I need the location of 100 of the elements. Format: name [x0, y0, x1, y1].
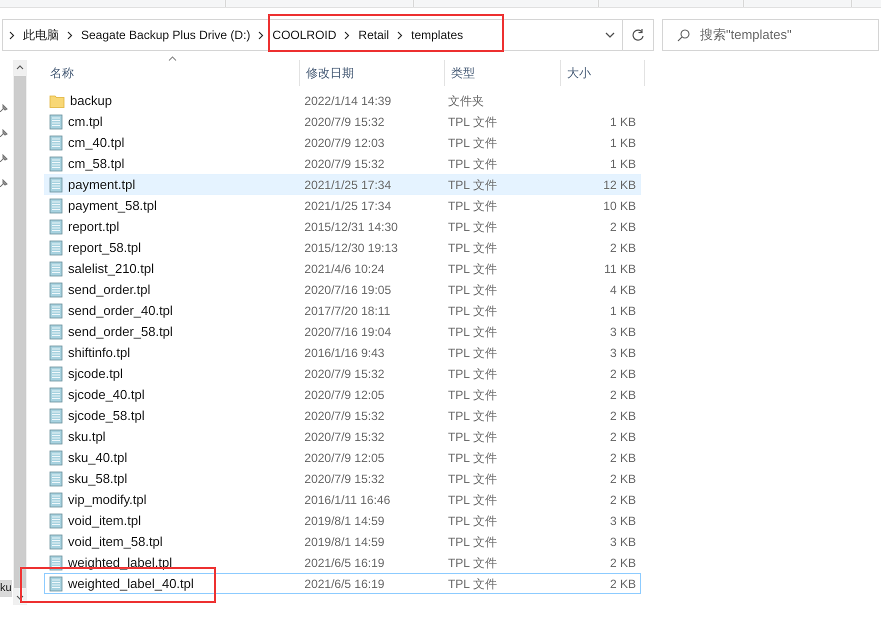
pin-icon[interactable] — [0, 179, 8, 187]
file-row[interactable]: report_58.tpl 2015/12/30 19:13 TPL 文件 2 KB — [44, 237, 641, 258]
file-size: 4 KB — [610, 282, 636, 298]
file-size: 1 KB — [610, 302, 636, 320]
document-icon — [49, 324, 63, 340]
file-type: TPL 文件 — [448, 240, 497, 255]
chevron-icon — [67, 30, 73, 40]
file-size: 3 KB — [610, 534, 636, 550]
file-type: TPL 文件 — [448, 450, 497, 465]
folder-icon — [49, 94, 65, 108]
file-name: void_item.tpl — [68, 512, 141, 530]
document-icon — [49, 114, 63, 130]
file-row[interactable]: vip_modify.tpl 2016/1/11 16:46 TPL 文件 2 KB — [44, 489, 641, 510]
file-name: send_order_40.tpl — [68, 302, 173, 320]
file-type: TPL 文件 — [448, 492, 497, 507]
file-name: cm_40.tpl — [68, 134, 124, 152]
file-row[interactable]: sku_40.tpl 2020/7/9 12:05 TPL 文件 2 KB — [44, 447, 641, 468]
file-size: 2 KB — [610, 450, 636, 466]
file-name: backup — [70, 92, 112, 110]
document-icon — [49, 218, 63, 234]
column-header[interactable]: 大小 — [561, 60, 645, 86]
search-icon — [677, 28, 690, 42]
document-icon — [49, 366, 63, 382]
file-name: sku.tpl — [68, 428, 106, 446]
document-icon — [49, 408, 63, 424]
pin-icon[interactable] — [0, 129, 8, 137]
file-name: salelist_210.tpl — [68, 260, 154, 278]
file-type: TPL 文件 — [448, 324, 497, 339]
modified-date: 2020/7/9 15:32 — [304, 430, 384, 444]
pin-icon[interactable] — [0, 104, 8, 112]
file-size: 12 KB — [603, 176, 636, 194]
file-type: TPL 文件 — [448, 408, 497, 423]
file-row[interactable]: cm_58.tpl 2020/7/9 15:32 TPL 文件 1 KB — [44, 153, 641, 174]
document-icon — [49, 134, 63, 150]
chevron-icon — [9, 30, 15, 40]
file-type: TPL 文件 — [448, 366, 497, 381]
file-size: 2 KB — [610, 576, 636, 592]
file-row[interactable]: cm.tpl 2020/7/9 15:32 TPL 文件 1 KB — [44, 111, 641, 132]
file-row[interactable]: payment.tpl 2021/1/25 17:34 TPL 文件 12 KB — [44, 174, 641, 195]
document-icon — [49, 534, 63, 550]
file-row[interactable]: weighted_label_40.tpl 2021/6/5 16:19 TPL 文件 2 KB — [44, 573, 641, 594]
file-type: TPL 文件 — [448, 114, 497, 129]
breadcrumb-item[interactable]: COOLROID — [272, 26, 336, 44]
document-icon — [49, 176, 63, 192]
dropdown-icon[interactable] — [605, 32, 615, 38]
file-row[interactable]: shiftinfo.tpl 2016/1/16 9:43 TPL 文件 3 KB — [44, 342, 641, 363]
refresh-icon[interactable] — [631, 28, 645, 42]
file-type: TPL 文件 — [448, 198, 497, 213]
modified-date: 2020/7/9 15:32 — [304, 472, 384, 486]
file-size: 1 KB — [610, 156, 636, 172]
file-row[interactable]: sku_58.tpl 2020/7/9 15:32 TPL 文件 2 KB — [44, 468, 641, 489]
breadcrumb-item[interactable]: Seagate Backup Plus Drive (D:) — [81, 26, 250, 44]
file-row[interactable]: send_order_58.tpl 2020/7/16 19:04 TPL 文件 3 KB — [44, 321, 641, 342]
file-row[interactable]: void_item.tpl 2019/8/1 14:59 TPL 文件 3 KB — [44, 510, 641, 531]
modified-date: 2021/6/5 16:19 — [304, 576, 384, 591]
scrollbar[interactable] — [13, 60, 27, 605]
file-row[interactable]: sjcode.tpl 2020/7/9 15:32 TPL 文件 2 KB — [44, 363, 641, 384]
file-row[interactable]: send_order.tpl 2020/7/16 19:05 TPL 文件 4 KB — [44, 279, 641, 300]
search-input[interactable]: 搜索"templates" — [700, 25, 870, 45]
address-bar[interactable]: 此电脑 Seagate Backup Plus Drive (D:) COOLROID Retail templates — [2, 19, 654, 51]
file-name: payment_58.tpl — [68, 196, 157, 215]
file-row[interactable]: send_order_40.tpl 2017/7/20 18:11 TPL 文件 1 KB — [44, 300, 641, 321]
file-type: TPL 文件 — [448, 262, 497, 276]
column-header[interactable]: 类型 — [445, 60, 561, 86]
file-row[interactable]: sku.tpl 2020/7/9 15:32 TPL 文件 2 KB — [44, 426, 641, 447]
file-name: sjcode_40.tpl — [68, 386, 145, 404]
file-size: 3 KB — [610, 512, 636, 530]
file-row[interactable]: sjcode_40.tpl 2020/7/9 12:05 TPL 文件 2 KB — [44, 384, 641, 405]
document-icon — [49, 450, 63, 466]
scroll-down-icon[interactable] — [16, 595, 24, 601]
file-size: 2 KB — [610, 554, 636, 572]
file-row[interactable]: void_item_58.tpl 2019/8/1 14:59 TPL 文件 3 KB — [44, 531, 641, 552]
file-name: weighted_label.tpl — [68, 554, 172, 572]
file-row[interactable]: report.tpl 2015/12/31 14:30 TPL 文件 2 KB — [44, 216, 641, 237]
breadcrumb-item[interactable]: templates — [411, 26, 464, 44]
nav-item[interactable]: ku — [0, 580, 12, 596]
search-field[interactable]: 搜索"templates" — [662, 19, 879, 51]
document-icon — [49, 240, 63, 256]
file-row[interactable]: weighted_label.tpl 2021/6/5 16:19 TPL 文件 2 KB — [44, 552, 641, 573]
file-row[interactable]: payment_58.tpl 2021/1/25 17:34 TPL 文件 10 KB — [44, 195, 641, 216]
pin-icon[interactable] — [0, 154, 8, 162]
column-header[interactable]: 名称 — [44, 60, 300, 86]
file-type: TPL 文件 — [448, 178, 497, 192]
file-size: 3 KB — [610, 324, 636, 340]
document-icon — [49, 198, 63, 214]
breadcrumb-item[interactable]: 此电脑 — [23, 26, 59, 44]
file-row[interactable]: backup 2022/1/14 14:39 文件夹 — [44, 90, 641, 111]
scroll-up-icon[interactable] — [16, 64, 24, 70]
column-header[interactable]: 修改日期 — [300, 60, 445, 86]
document-icon — [49, 428, 63, 444]
file-row[interactable]: sjcode_58.tpl 2020/7/9 15:32 TPL 文件 2 KB — [44, 405, 641, 426]
file-type: TPL 文件 — [448, 136, 497, 150]
file-name: sjcode_58.tpl — [68, 406, 145, 425]
file-row[interactable]: salelist_210.tpl 2021/4/6 10:24 TPL 文件 11 KB — [44, 258, 641, 279]
breadcrumb-item[interactable]: Retail — [358, 26, 390, 44]
file-row[interactable]: cm_40.tpl 2020/7/9 12:03 TPL 文件 1 KB — [44, 132, 641, 153]
modified-date: 2020/7/9 12:05 — [304, 388, 384, 402]
file-size: 10 KB — [603, 198, 636, 214]
modified-date: 2015/12/30 19:13 — [304, 240, 398, 255]
modified-date: 2020/7/9 12:05 — [304, 450, 384, 465]
